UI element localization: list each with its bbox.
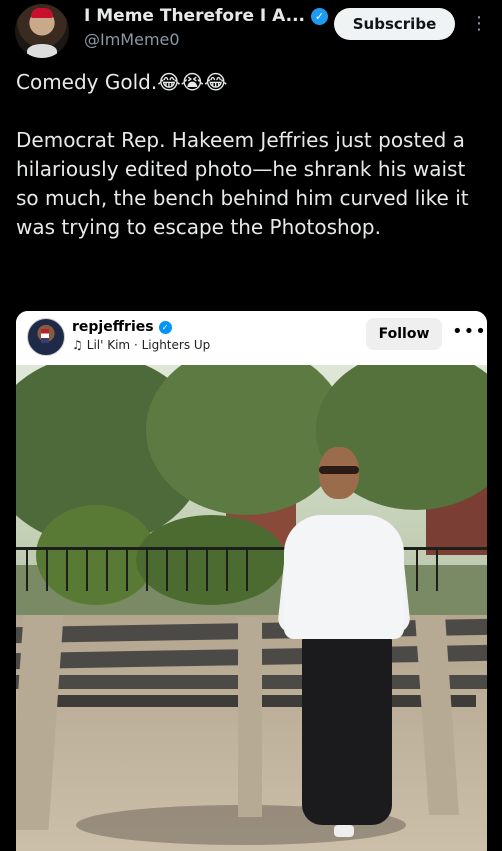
person-pants (302, 635, 392, 825)
embedded-post-header: repjeffries ✓ ♫ Lil' Kim · Lighters Up F… (16, 311, 487, 365)
embed-username[interactable]: repjeffries (72, 319, 154, 335)
author-avatar[interactable] (15, 4, 69, 58)
person-shirt (284, 515, 404, 639)
photo-fence (16, 543, 487, 593)
music-note-icon: ♫ (72, 338, 83, 352)
tweet-text-line-2: Democrat Rep. Hakeem Jeffries just poste… (16, 128, 469, 239)
bench-post-middle (238, 617, 262, 817)
verified-badge-icon: ✓ (311, 7, 328, 25)
tweet-text-line-1: Comedy Gold.😂😭😂 (16, 70, 228, 94)
subscribe-button[interactable]: Subscribe (334, 8, 455, 40)
post-photo[interactable] (16, 365, 487, 851)
fence-rails (16, 547, 487, 591)
author-display-name[interactable]: I Meme Therefore I A... (84, 6, 305, 26)
avatar-hat (31, 8, 53, 18)
author-name-row[interactable]: I Meme Therefore I A... ✓ (84, 6, 328, 26)
embedded-post-card[interactable]: repjeffries ✓ ♫ Lil' Kim · Lighters Up F… (16, 311, 487, 851)
verified-badge-icon: ✓ (158, 320, 172, 334)
person-shoe (334, 825, 354, 837)
author-handle[interactable]: @ImMeme0 (84, 30, 180, 49)
follow-button[interactable]: Follow (366, 318, 442, 350)
embed-user-row[interactable]: repjeffries ✓ (72, 319, 172, 335)
more-vertical-icon[interactable]: ⋮ (470, 10, 488, 38)
embed-author-avatar[interactable] (27, 318, 65, 356)
person-sunglasses (319, 466, 359, 474)
tweet-text: Comedy Gold.😂😭😂 Democrat Rep. Hakeem Jef… (16, 68, 486, 242)
embed-music-label: Lil' Kim · Lighters Up (86, 338, 211, 352)
embed-music-row[interactable]: ♫ Lil' Kim · Lighters Up (72, 338, 210, 352)
more-horizontal-icon[interactable]: ••• (452, 321, 487, 342)
flag-icon (41, 329, 49, 343)
tweet-header: I Meme Therefore I A... ✓ @ImMeme0 Subsc… (0, 0, 502, 62)
avatar-collar (27, 44, 57, 58)
